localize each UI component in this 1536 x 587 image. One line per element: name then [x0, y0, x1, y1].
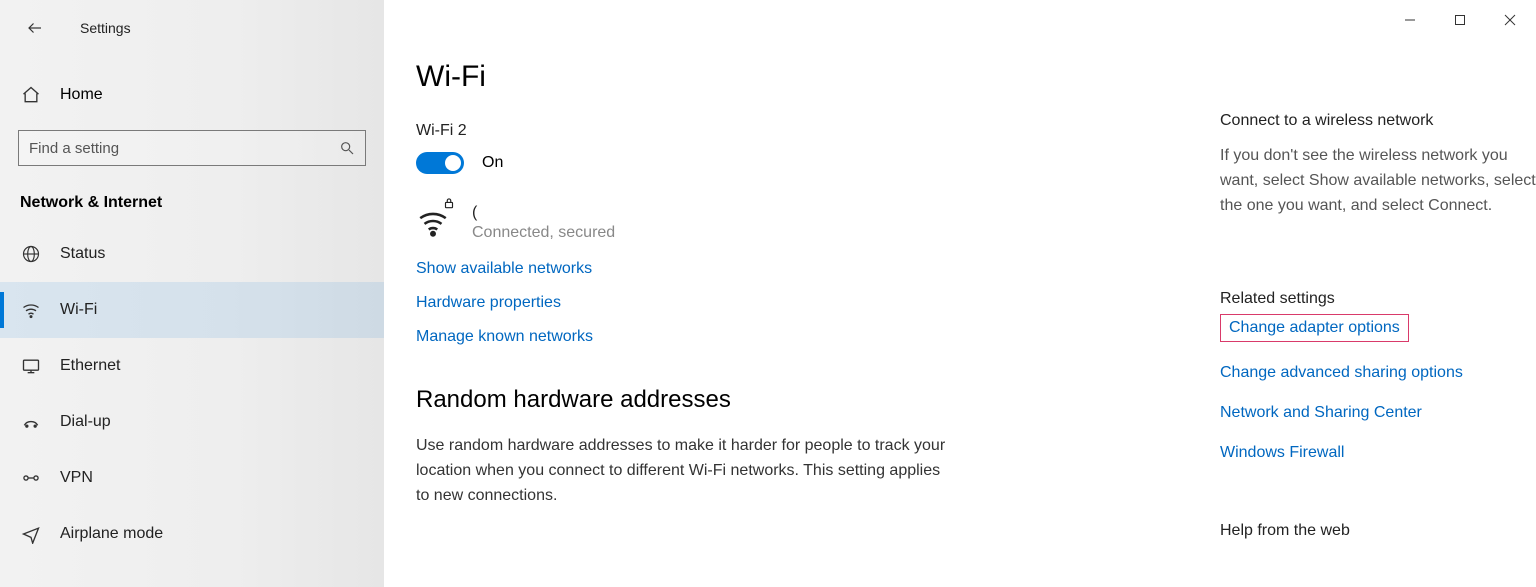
related-settings-heading: Related settings	[1220, 290, 1536, 308]
right-column: Connect to a wireless network If you don…	[1220, 18, 1536, 546]
random-addresses-heading: Random hardware addresses	[416, 386, 1136, 414]
sidebar-item-dialup[interactable]: Dial-up	[0, 394, 384, 450]
search-icon	[339, 140, 355, 156]
wifi-toggle-row: On	[416, 152, 1136, 174]
dialup-icon	[20, 412, 42, 432]
wifi-status-block: ( Connected, secured	[416, 204, 1136, 242]
adapter-label: Wi-Fi 2	[416, 122, 1136, 140]
toggle-knob	[445, 155, 461, 171]
random-addresses-body: Use random hardware addresses to make it…	[416, 434, 956, 508]
wifi-status-text: ( Connected, secured	[472, 204, 615, 242]
sidebar-item-home[interactable]: Home	[0, 70, 384, 120]
home-icon	[20, 85, 42, 105]
category-title: Network & Internet	[0, 184, 384, 226]
sidebar-item-vpn[interactable]: VPN	[0, 450, 384, 506]
sidebar-item-ethernet[interactable]: Ethernet	[0, 338, 384, 394]
sidebar-item-label: Ethernet	[60, 357, 120, 375]
wifi-icon	[20, 300, 42, 320]
sidebar-item-label: Status	[60, 245, 105, 263]
airplane-icon	[20, 524, 42, 544]
link-show-networks[interactable]: Show available networks	[416, 260, 1136, 278]
home-label: Home	[60, 86, 103, 104]
search-input[interactable]	[29, 140, 339, 157]
link-windows-firewall[interactable]: Windows Firewall	[1220, 444, 1344, 462]
header-row: Settings	[0, 6, 384, 50]
main-area: Wi-Fi Wi-Fi 2 On ( Connected, secured	[384, 0, 1536, 587]
content-panel: Wi-Fi Wi-Fi 2 On ( Connected, secured	[416, 18, 1136, 587]
link-manage-known-networks[interactable]: Manage known networks	[416, 328, 1136, 346]
sidebar-item-label: Wi-Fi	[60, 301, 97, 319]
search-box[interactable]	[18, 130, 366, 166]
wifi-toggle[interactable]	[416, 152, 464, 174]
sidebar-item-label: Dial-up	[60, 413, 111, 431]
link-network-sharing-center[interactable]: Network and Sharing Center	[1220, 404, 1422, 422]
lock-icon	[442, 196, 456, 214]
wifi-secured-icon	[416, 204, 454, 242]
link-change-adapter-options[interactable]: Change adapter options	[1229, 319, 1400, 337]
connect-heading: Connect to a wireless network	[1220, 112, 1536, 130]
help-heading: Help from the web	[1220, 522, 1536, 540]
sidebar-item-wifi[interactable]: Wi-Fi	[0, 282, 384, 338]
globe-icon	[20, 244, 42, 264]
link-advanced-sharing[interactable]: Change advanced sharing options	[1220, 364, 1463, 382]
connect-paragraph: If you don't see the wireless network yo…	[1220, 144, 1536, 218]
app-title: Settings	[80, 20, 131, 36]
vpn-icon	[20, 468, 42, 488]
network-status: Connected, secured	[472, 224, 615, 242]
link-hardware-properties[interactable]: Hardware properties	[416, 294, 1136, 312]
back-arrow-icon	[26, 19, 44, 37]
ethernet-icon	[20, 356, 42, 376]
sidebar-item-airplane[interactable]: Airplane mode	[0, 506, 384, 562]
sidebar-item-status[interactable]: Status	[0, 226, 384, 282]
back-button[interactable]	[24, 17, 46, 39]
sidebar-item-label: Airplane mode	[60, 525, 163, 543]
highlight-box: Change adapter options	[1220, 314, 1409, 342]
network-name: (	[472, 204, 615, 222]
sidebar: Settings Home Network & Internet Status …	[0, 0, 384, 587]
page-title: Wi-Fi	[416, 60, 1136, 94]
sidebar-item-label: VPN	[60, 469, 93, 487]
toggle-state: On	[482, 154, 503, 172]
